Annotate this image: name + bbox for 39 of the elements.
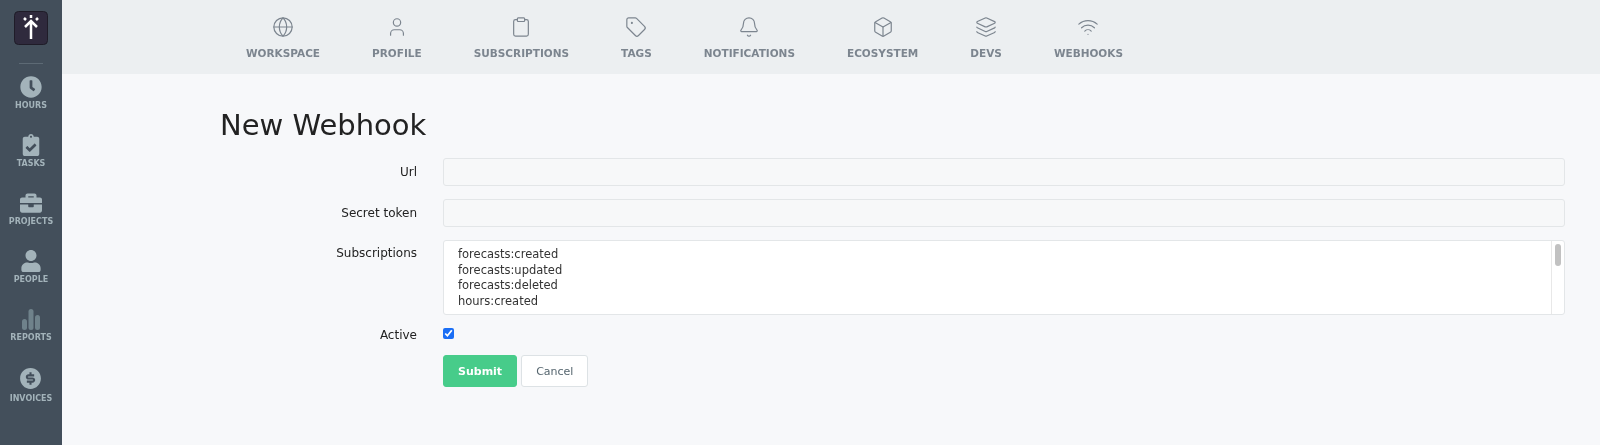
sidebar-item[interactable]: PEOPLE <box>13 250 49 308</box>
sidebar-item[interactable]: HOURS <box>15 76 47 134</box>
tag-icon <box>625 15 648 38</box>
list-option[interactable]: forecasts:updated <box>458 262 1551 278</box>
nav-tab[interactable]: TAGS <box>595 15 678 59</box>
field-label: Secret token <box>340 205 418 220</box>
cube-icon <box>871 15 894 38</box>
layers-icon <box>975 15 998 38</box>
nav-tab[interactable]: DEVS <box>944 15 1028 59</box>
nav-tab[interactable]: WEBHOOKS <box>1027 15 1149 59</box>
sidebar-item[interactable]: REPORTS <box>10 308 52 366</box>
field-label: Subscriptions <box>335 245 418 260</box>
person-icon <box>20 250 42 272</box>
field-label: Url <box>398 164 418 179</box>
subscriptions-list[interactable]: forecasts:created forecasts:updated forecasts:deleted hours:created <box>443 240 1565 315</box>
nav-tab[interactable]: PROFILE <box>346 15 448 59</box>
field-label: Active <box>378 328 418 342</box>
briefcase-icon <box>20 192 42 214</box>
list-option[interactable]: forecasts:created <box>458 247 1551 263</box>
globe-icon <box>272 15 294 38</box>
cancel-button[interactable]: Cancel <box>521 355 589 387</box>
bar-chart-icon <box>20 308 42 330</box>
clipboard-check-icon <box>20 134 42 156</box>
sidebar-item[interactable]: PROJECTS <box>8 192 54 250</box>
submit-button[interactable]: Submit <box>443 355 518 387</box>
nav-tab[interactable]: SUBSCRIPTIONS <box>447 15 596 59</box>
sidebar-item[interactable]: INVOICES <box>9 366 53 424</box>
clock-icon <box>20 76 42 98</box>
page-title: New Webhook <box>220 108 428 142</box>
nav-tab[interactable]: ECOSYSTEM <box>821 15 945 59</box>
logo-icon[interactable] <box>14 11 48 45</box>
sidebar-item[interactable]: TASKS <box>16 134 46 192</box>
list-option[interactable]: hours:created <box>458 293 1551 309</box>
list-option[interactable]: forecasts:deleted <box>458 278 1551 294</box>
scrollbar-thumb[interactable] <box>1555 244 1561 266</box>
nav-tab[interactable]: WORKSPACE <box>220 15 347 59</box>
active-checkbox[interactable] <box>443 328 454 339</box>
nav-tab[interactable]: NOTIFICATIONS <box>677 15 821 59</box>
bell-icon <box>738 15 761 38</box>
